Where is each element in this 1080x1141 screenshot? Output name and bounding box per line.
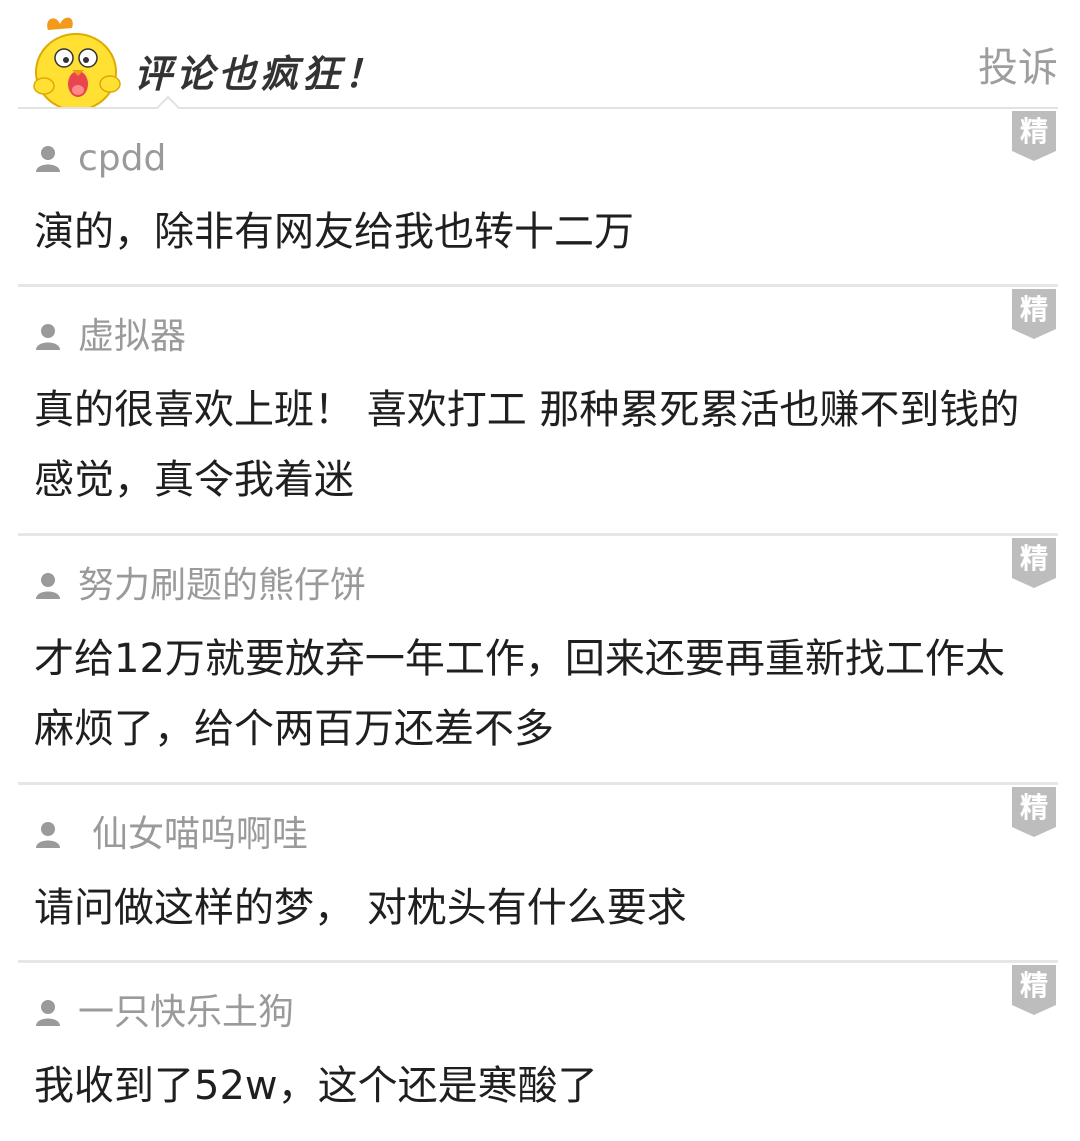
comment-item: 精 仙女喵呜啊哇 请问做这样的梦， 对枕头有什么要求 bbox=[18, 785, 1058, 963]
report-button[interactable]: 投诉 bbox=[978, 42, 1058, 94]
featured-badge-label: 精 bbox=[1019, 293, 1048, 326]
comment-item: 精 一只快乐土狗 我收到了52w，这个还是寒酸了 bbox=[18, 963, 1058, 1118]
comment-item: 精 虚拟器 真的很喜欢上班！ 喜欢打工 那种累死累活也赚不到钱的感觉，真令我着迷 bbox=[18, 287, 1058, 536]
user-row: 虚拟器 bbox=[34, 315, 1040, 359]
username[interactable]: 仙女喵呜啊哇 bbox=[78, 813, 308, 857]
featured-badge-label: 精 bbox=[1019, 115, 1048, 148]
comment-item: 精 cpdd 演的，除非有网友给我也转十二万 bbox=[18, 109, 1058, 287]
featured-badge-label: 精 bbox=[1019, 542, 1048, 575]
comments-header: 评论也疯狂！ 投诉 bbox=[0, 0, 1080, 119]
comment-text: 演的，除非有网友给我也转十二万 bbox=[34, 209, 634, 255]
comment-text: 我收到了52w，这个还是寒酸了 bbox=[34, 1063, 598, 1109]
featured-badge-label: 精 bbox=[1019, 969, 1048, 1002]
user-row: 仙女喵呜啊哇 bbox=[34, 813, 1040, 857]
featured-badge-label: 精 bbox=[1019, 791, 1048, 824]
username[interactable]: 努力刷题的熊仔饼 bbox=[78, 564, 366, 608]
user-icon bbox=[36, 822, 60, 848]
username[interactable]: 虚拟器 bbox=[78, 315, 186, 359]
user-icon bbox=[36, 146, 60, 172]
comment-item: 精 努力刷题的熊仔饼 才给12万就要放弃一年工作，回来还要再重新找工作太麻烦了，… bbox=[18, 536, 1058, 785]
user-icon bbox=[36, 324, 60, 350]
comment-list: 精 cpdd 演的，除非有网友给我也转十二万 精 虚拟器 真的很喜欢上班！ 喜欢… bbox=[0, 109, 1080, 1118]
mascot-icon bbox=[33, 17, 121, 108]
header-title: 评论也疯狂！ bbox=[134, 52, 387, 96]
user-row: cpdd bbox=[34, 137, 1040, 181]
user-icon bbox=[36, 1000, 60, 1026]
comment-text: 才给12万就要放弃一年工作，回来还要再重新找工作太麻烦了，给个两百万还差不多 bbox=[34, 636, 1005, 752]
user-row: 努力刷题的熊仔饼 bbox=[34, 564, 1040, 608]
user-row: 一只快乐土狗 bbox=[34, 991, 1040, 1035]
comment-text: 真的很喜欢上班！ 喜欢打工 那种累死累活也赚不到钱的感觉，真令我着迷 bbox=[34, 387, 1020, 503]
user-icon bbox=[36, 573, 60, 599]
comment-text: 请问做这样的梦， 对枕头有什么要求 bbox=[34, 885, 687, 931]
username[interactable]: 一只快乐土狗 bbox=[78, 991, 294, 1035]
username[interactable]: cpdd bbox=[78, 137, 166, 181]
